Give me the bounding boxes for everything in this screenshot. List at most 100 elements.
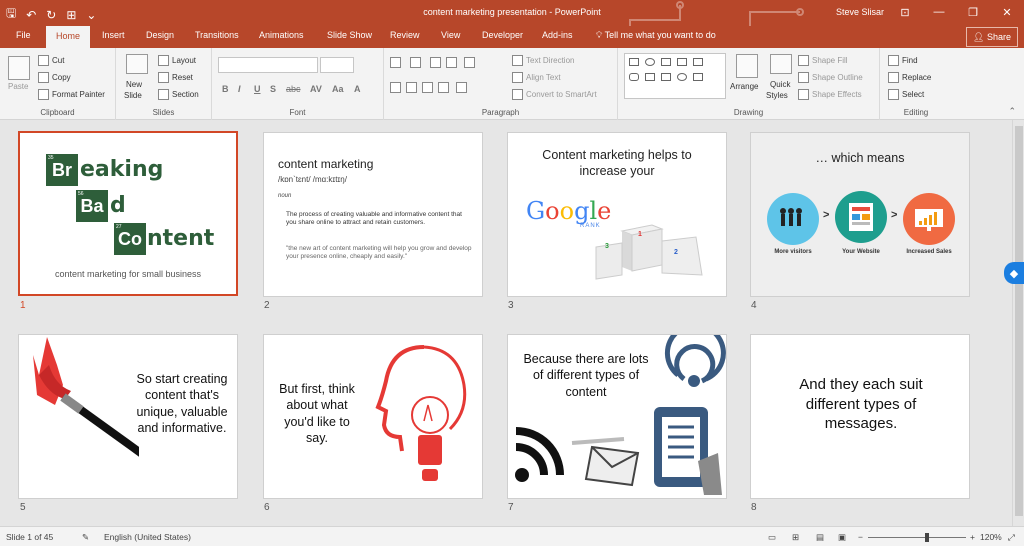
line-shape-icon[interactable] <box>661 58 671 66</box>
oval-shape-icon[interactable] <box>645 58 655 66</box>
vertical-scrollbar[interactable] <box>1012 120 1024 526</box>
tab-developer[interactable]: Developer <box>482 30 523 40</box>
columns-icon[interactable] <box>456 82 467 93</box>
align-text-button[interactable]: Align Text <box>512 72 561 83</box>
tab-animations[interactable]: Animations <box>259 30 304 40</box>
increase-indent-icon[interactable] <box>446 57 457 68</box>
font-name-box[interactable] <box>218 57 318 73</box>
format-painter-button[interactable]: Format Painter <box>38 89 105 100</box>
collapse-ribbon-icon[interactable]: ⌃ <box>1008 106 1016 117</box>
cut-button[interactable]: Cut <box>38 55 64 66</box>
tab-transitions[interactable]: Transitions <box>195 30 239 40</box>
align-left-icon[interactable] <box>390 82 401 93</box>
tab-design[interactable]: Design <box>146 30 174 40</box>
fit-slide-icon[interactable]: ⤢ <box>1008 532 1015 543</box>
normal-view-icon[interactable]: ▭ <box>768 532 776 543</box>
arrange-button[interactable]: Arrange <box>730 82 758 91</box>
tell-me-search[interactable]: 💡︎ Tell me what you want to do <box>596 30 716 41</box>
tab-add-ins[interactable]: Add-ins <box>542 30 573 40</box>
spelling-check-icon[interactable]: ✎ <box>82 532 89 543</box>
shape-effects-button[interactable]: Shape Effects <box>798 89 862 100</box>
tab-view[interactable]: View <box>441 30 460 40</box>
star-shape-icon[interactable] <box>661 73 671 81</box>
shape-outline-button[interactable]: Shape Outline <box>798 72 863 83</box>
reset-button[interactable]: Reset <box>158 72 193 83</box>
slide-thumbnail-3[interactable]: Content marketing helps to increase your … <box>507 132 727 297</box>
italic-button[interactable]: I <box>238 84 241 94</box>
signed-in-user[interactable]: Steve Slisar <box>836 7 884 17</box>
slide-thumbnail-5[interactable]: So start creating content that's unique,… <box>18 334 238 499</box>
slide-thumbnail-6[interactable]: But first, think about what you'd like t… <box>263 334 483 499</box>
tab-insert[interactable]: Insert <box>102 30 125 40</box>
triangle-shape-icon[interactable] <box>645 73 655 81</box>
line-spacing-icon[interactable] <box>464 57 475 68</box>
scrollbar-thumb[interactable] <box>1015 126 1023 516</box>
paste-icon[interactable] <box>8 56 30 80</box>
quick-styles-button-line2[interactable]: Styles <box>766 91 788 100</box>
rounded-rect-shape-icon[interactable] <box>629 73 639 81</box>
slide-number: 3 <box>508 300 514 311</box>
new-slide-button-line2[interactable]: Slide <box>124 91 142 100</box>
change-case-button[interactable]: Aa <box>332 84 344 94</box>
slide-thumbnail-4[interactable]: … which means > > More visitors Your Web… <box>750 132 970 297</box>
strikethrough-button[interactable]: abc <box>286 84 301 94</box>
slide-thumbnail-8[interactable]: And they each suit different types of me… <box>750 334 970 499</box>
layout-button[interactable]: Layout <box>158 55 196 66</box>
section-button[interactable]: Section <box>158 89 199 100</box>
brace-shape-icon[interactable] <box>677 73 687 81</box>
tab-file[interactable]: File <box>16 30 31 40</box>
rectangle-shape-icon[interactable] <box>629 58 639 66</box>
ribbon-display-options-icon[interactable]: ⊡ <box>888 0 922 24</box>
bullets-icon[interactable] <box>390 57 401 68</box>
font-color-button[interactable]: A <box>354 84 361 94</box>
pentagon-shape-icon[interactable] <box>693 58 703 66</box>
callout-shape-icon[interactable] <box>693 73 703 81</box>
arrange-icon[interactable] <box>736 54 758 78</box>
slide-thumbnail-2[interactable]: content marketing /kɒn`tɛnt/ /mɑ:kɪtɪŋ/ … <box>263 132 483 297</box>
paste-button[interactable]: Paste <box>8 82 28 91</box>
bold-button[interactable]: B <box>222 84 229 94</box>
quick-styles-button[interactable]: Quick <box>770 80 790 89</box>
align-text-label: Align Text <box>526 73 561 82</box>
numbering-icon[interactable] <box>410 57 421 68</box>
restore-button[interactable]: ❐ <box>956 0 990 24</box>
underline-button[interactable]: U <box>254 84 261 94</box>
new-slide-icon[interactable] <box>126 54 148 74</box>
text-direction-button[interactable]: Text Direction <box>512 55 574 66</box>
tab-slide-show[interactable]: Slide Show <box>327 30 372 40</box>
reading-view-icon[interactable]: ▤ <box>816 532 824 543</box>
tab-review[interactable]: Review <box>390 30 420 40</box>
language-indicator[interactable]: English (United States) <box>104 532 191 542</box>
convert-smartart-button[interactable]: Convert to SmartArt <box>512 89 597 100</box>
dropbox-badge-icon[interactable]: ◆ <box>1004 262 1024 284</box>
select-button[interactable]: Select <box>888 89 924 100</box>
font-size-box[interactable] <box>320 57 354 73</box>
align-right-icon[interactable] <box>422 82 433 93</box>
arrow-shape-icon[interactable] <box>677 58 687 66</box>
slide-sorter-view-icon[interactable]: ⊞ <box>792 532 799 543</box>
zoom-slider-knob[interactable] <box>925 533 929 542</box>
shadow-button[interactable]: S <box>270 84 276 94</box>
shape-fill-button[interactable]: Shape Fill <box>798 55 848 66</box>
zoom-out-button[interactable]: − <box>858 532 863 542</box>
slide-show-view-icon[interactable]: ▣ <box>838 532 846 543</box>
zoom-level[interactable]: 120% <box>980 532 1002 542</box>
character-spacing-button[interactable]: AV <box>310 84 322 94</box>
slide-thumbnail-1[interactable]: Br 35 eaking Ba 56 d Co 27 ntent content… <box>18 131 238 296</box>
replace-button[interactable]: Replace <box>888 72 931 83</box>
decrease-indent-icon[interactable] <box>430 57 441 68</box>
tab-home[interactable]: Home <box>46 26 91 48</box>
minimize-button[interactable]: — <box>922 0 956 24</box>
align-center-icon[interactable] <box>406 82 417 93</box>
zoom-slider-track[interactable] <box>868 537 966 538</box>
quick-styles-icon[interactable] <box>770 54 792 74</box>
close-button[interactable]: ✕ <box>990 0 1024 24</box>
copy-button[interactable]: Copy <box>38 72 71 83</box>
new-slide-button[interactable]: New <box>126 80 142 89</box>
find-button[interactable]: Find <box>888 55 918 66</box>
share-button[interactable]: 👤︎ Share <box>966 27 1018 47</box>
justify-icon[interactable] <box>438 82 449 93</box>
zoom-in-button[interactable]: + <box>970 532 975 542</box>
shapes-gallery[interactable] <box>624 53 726 99</box>
slide-thumbnail-7[interactable]: Because there are lots of different type… <box>507 334 727 499</box>
